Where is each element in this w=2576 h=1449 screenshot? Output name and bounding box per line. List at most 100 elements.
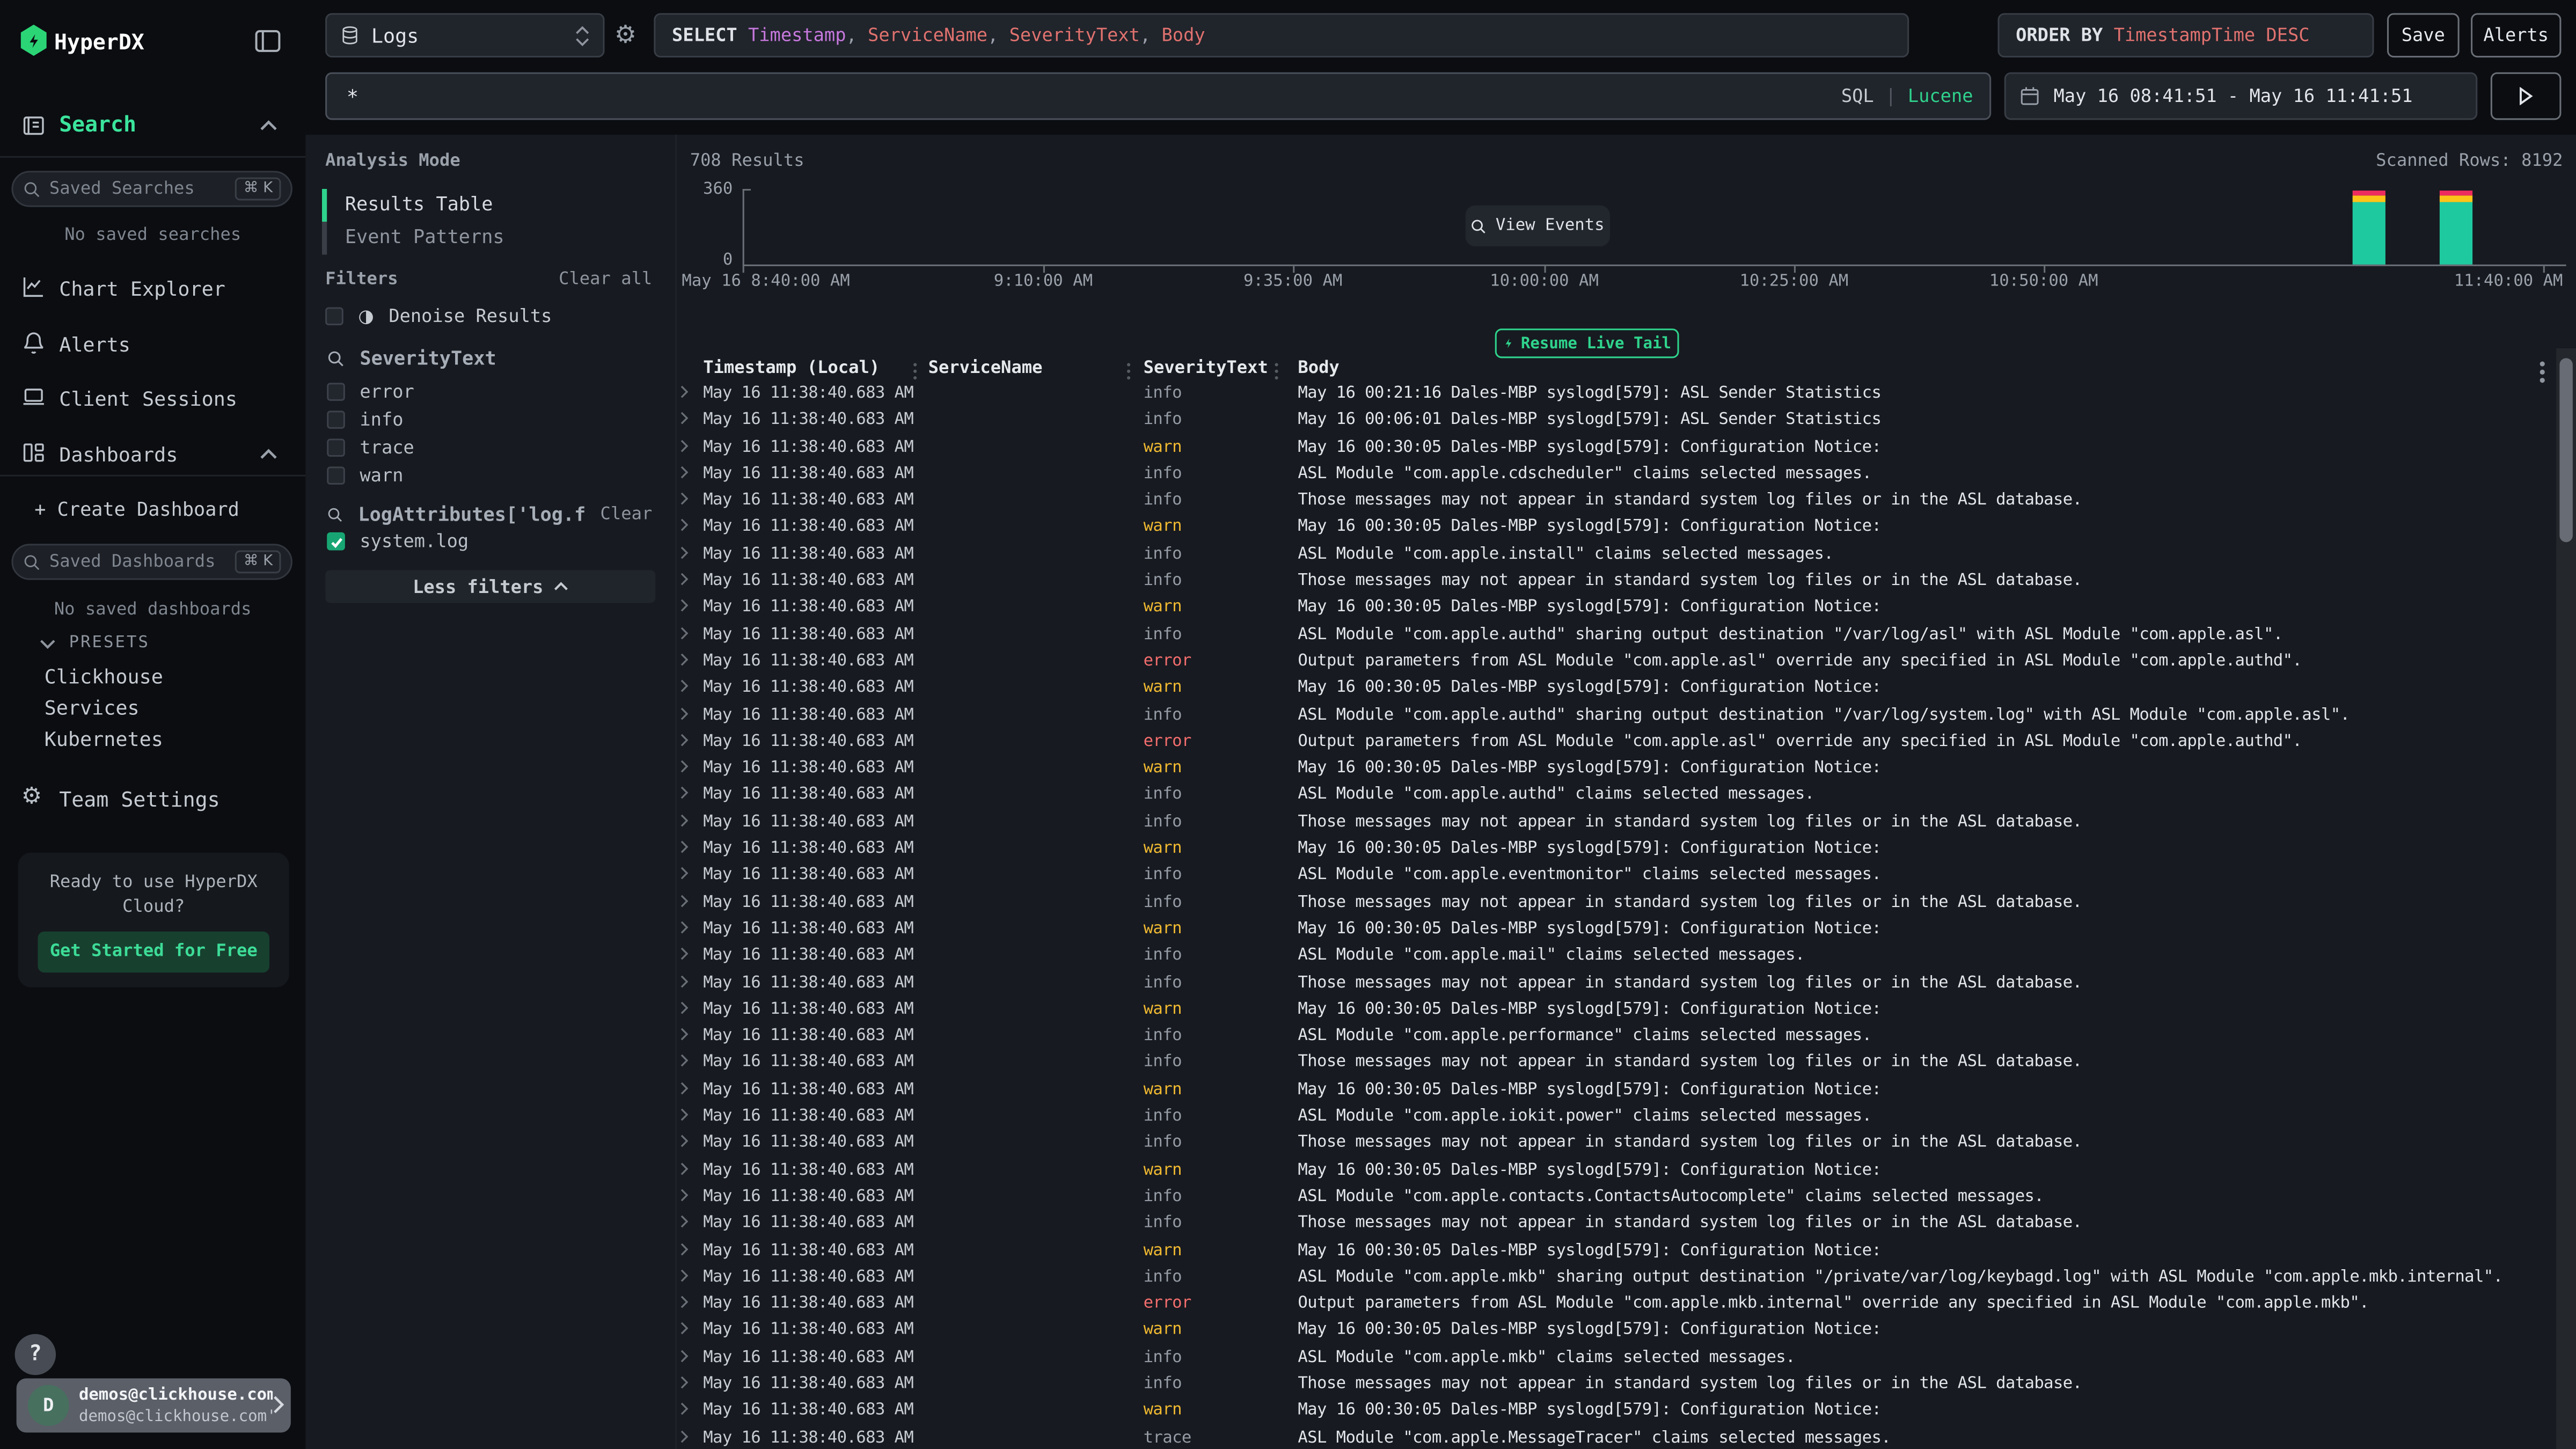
row-expand-icon[interactable] [680, 974, 688, 989]
column-resize-handle[interactable] [1275, 363, 1278, 367]
table-row[interactable]: May 16 11:38:40.683 AMinfoASL Module "co… [675, 1267, 2576, 1293]
row-expand-icon[interactable] [680, 1268, 688, 1283]
column-resize-handle[interactable] [913, 363, 917, 367]
row-expand-icon[interactable] [680, 1080, 688, 1095]
sidebar-preset-clickhouse[interactable]: Clickhouse [45, 662, 306, 693]
create-dashboard-button[interactable]: + Create Dashboard [34, 498, 239, 521]
histogram-bar[interactable] [2353, 190, 2385, 265]
sidebar-item-search[interactable]: Search [59, 113, 136, 138]
table-row[interactable]: May 16 11:38:40.683 AMinfoThose messages… [675, 490, 2576, 517]
query-language-toggle[interactable]: SQL | Lucene [1841, 85, 1973, 107]
presets-section-label[interactable]: PRESETS [69, 634, 150, 653]
chevron-down-icon[interactable] [39, 639, 56, 649]
row-expand-icon[interactable] [680, 839, 688, 854]
row-expand-icon[interactable] [680, 733, 688, 748]
get-started-button[interactable]: Get Started for Free [38, 932, 269, 973]
mode-lucene-label[interactable]: Lucene [1908, 85, 1973, 107]
table-row[interactable]: May 16 11:38:40.683 AMwarnMay 16 00:30:0… [675, 597, 2576, 624]
sidebar-item-team-settings[interactable]: Team Settings [59, 787, 220, 811]
row-expand-icon[interactable] [680, 947, 688, 962]
clear-all-button[interactable]: Clear all [559, 269, 652, 289]
table-row[interactable]: May 16 11:38:40.683 AMinfoASL Module "co… [675, 785, 2576, 811]
row-expand-icon[interactable] [680, 786, 688, 801]
row-expand-icon[interactable] [680, 1054, 688, 1069]
header-body[interactable]: Body [1298, 358, 1339, 378]
row-expand-icon[interactable] [680, 1188, 688, 1203]
column-resize-handle[interactable] [1127, 363, 1130, 367]
row-expand-icon[interactable] [680, 545, 688, 560]
chevron-up-icon[interactable] [260, 449, 278, 460]
table-row[interactable]: May 16 11:38:40.683 AMinfoThose messages… [675, 1213, 2576, 1240]
row-expand-icon[interactable] [680, 652, 688, 667]
chevron-up-icon[interactable] [260, 120, 278, 131]
sidebar-item-chart-explorer[interactable]: Chart Explorer [59, 277, 225, 301]
row-expand-icon[interactable] [680, 1107, 688, 1122]
date-range-picker[interactable]: May 16 08:41:51 - May 16 11:41:51 [2004, 72, 2478, 120]
table-row[interactable]: May 16 11:38:40.683 AMinfoThose messages… [675, 891, 2576, 918]
table-row[interactable]: May 16 11:38:40.683 AMerrorOutput parame… [675, 1293, 2576, 1320]
table-row[interactable]: May 16 11:38:40.683 AMinfoASL Module "co… [675, 1186, 2576, 1213]
filter-item-error[interactable]: error [327, 381, 414, 402]
table-row[interactable]: May 16 11:38:40.683 AMwarnMay 16 00:30:0… [675, 918, 2576, 945]
table-row[interactable]: May 16 11:38:40.683 AMinfoASL Module "co… [675, 1026, 2576, 1052]
row-expand-icon[interactable] [680, 893, 688, 908]
sidebar-collapse-icon[interactable] [254, 30, 281, 53]
table-row[interactable]: May 16 11:38:40.683 AMinfoASL Module "co… [675, 1346, 2576, 1373]
logattr-clear-button[interactable]: Clear [601, 504, 653, 524]
table-row[interactable]: May 16 11:38:40.683 AMinfoThose messages… [675, 1132, 2576, 1159]
run-query-button[interactable] [2491, 72, 2562, 120]
user-menu[interactable]: D demos@clickhouse.com demos@clickhouse.… [17, 1378, 291, 1432]
table-row[interactable]: May 16 11:38:40.683 AMwarnMay 16 00:30:0… [675, 758, 2576, 785]
sidebar-item-alerts[interactable]: Alerts [59, 333, 130, 356]
table-row[interactable]: May 16 11:38:40.683 AMwarnMay 16 00:30:0… [675, 999, 2576, 1026]
row-expand-icon[interactable] [680, 1214, 688, 1230]
sidebar-item-client-sessions[interactable]: Client Sessions [59, 387, 237, 411]
table-row[interactable]: May 16 11:38:40.683 AMinfoASL Module "co… [675, 544, 2576, 570]
help-button[interactable]: ? [15, 1334, 56, 1375]
source-select[interactable]: Logs [325, 13, 604, 57]
source-settings-gear-icon[interactable]: ⚙ [614, 21, 642, 49]
resume-live-tail-button[interactable]: Resume Live Tail [1495, 328, 1679, 358]
table-row[interactable]: May 16 11:38:40.683 AMinfoMay 16 00:06:0… [675, 409, 2576, 436]
row-expand-icon[interactable] [680, 465, 688, 480]
save-button[interactable]: Save [2387, 13, 2460, 57]
table-row[interactable]: May 16 11:38:40.683 AMinfoASL Module "co… [675, 1106, 2576, 1132]
mode-event-patterns[interactable]: Event Patterns [345, 225, 504, 248]
table-row[interactable]: May 16 11:38:40.683 AMwarnMay 16 00:30:0… [675, 517, 2576, 544]
row-expand-icon[interactable] [680, 679, 688, 694]
row-expand-icon[interactable] [680, 384, 688, 399]
histogram-bar[interactable] [2440, 190, 2472, 265]
systemlog-checkbox[interactable] [327, 532, 345, 551]
table-row[interactable]: May 16 11:38:40.683 AMtraceASL Module "c… [675, 1427, 2576, 1449]
header-servicename[interactable]: ServiceName [928, 358, 1043, 378]
saved-searches-input[interactable]: Saved Searches ⌘ K [11, 171, 292, 207]
row-expand-icon[interactable] [680, 1429, 688, 1444]
row-expand-icon[interactable] [680, 1375, 688, 1390]
table-row[interactable]: May 16 11:38:40.683 AMinfoASL Module "co… [675, 704, 2576, 731]
row-expand-icon[interactable] [680, 866, 688, 881]
table-row[interactable]: May 16 11:38:40.683 AMinfoMay 16 00:21:1… [675, 383, 2576, 409]
row-expand-icon[interactable] [680, 598, 688, 613]
order-by-input[interactable]: ORDER BY TimestampTime DESC [1997, 13, 2374, 57]
row-expand-icon[interactable] [680, 1348, 688, 1363]
row-expand-icon[interactable] [680, 1241, 688, 1256]
info-checkbox[interactable] [327, 411, 345, 429]
saved-dashboards-input[interactable]: Saved Dashboards ⌘ K [11, 544, 292, 580]
header-severitytext[interactable]: SeverityText [1144, 358, 1268, 378]
select-clause-input[interactable]: SELECT Timestamp, ServiceName, SeverityT… [654, 13, 1909, 57]
row-expand-icon[interactable] [680, 625, 688, 640]
table-options-kebab-icon[interactable] [2540, 361, 2545, 366]
table-row[interactable]: May 16 11:38:40.683 AMwarnMay 16 00:30:0… [675, 1079, 2576, 1106]
table-row[interactable]: May 16 11:38:40.683 AMinfoASL Module "co… [675, 865, 2576, 891]
row-expand-icon[interactable] [680, 1161, 688, 1176]
error-checkbox[interactable] [327, 383, 345, 401]
row-expand-icon[interactable] [680, 1000, 688, 1015]
row-expand-icon[interactable] [680, 759, 688, 774]
row-expand-icon[interactable] [680, 572, 688, 587]
row-expand-icon[interactable] [680, 1134, 688, 1149]
row-expand-icon[interactable] [680, 813, 688, 828]
row-expand-icon[interactable] [680, 920, 688, 935]
less-filters-button[interactable]: Less filters [325, 570, 655, 603]
row-expand-icon[interactable] [680, 518, 688, 533]
logattr-filter-group-header[interactable]: LogAttributes['log.file.nam Clear [327, 503, 652, 526]
